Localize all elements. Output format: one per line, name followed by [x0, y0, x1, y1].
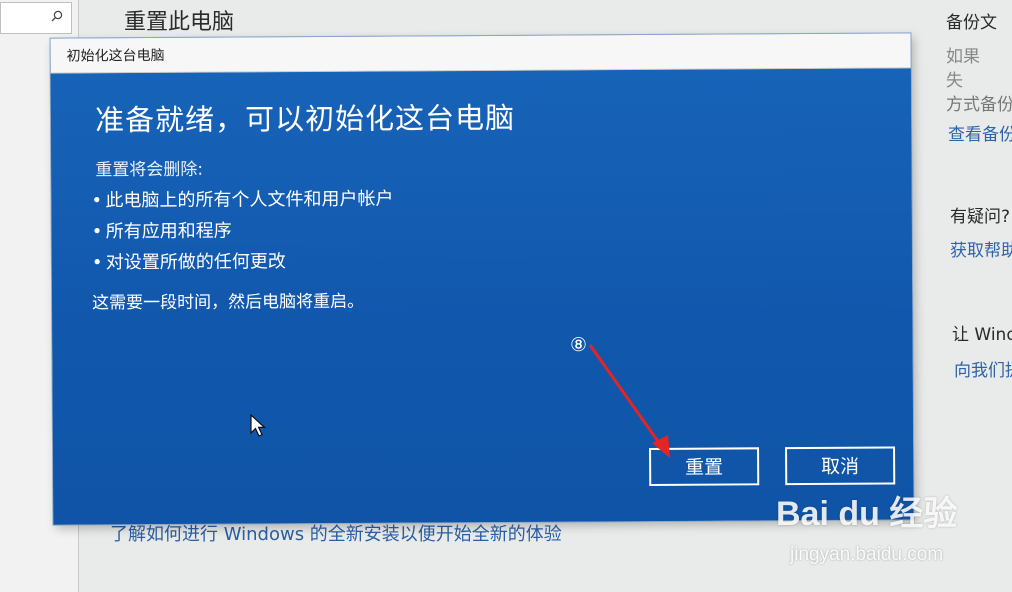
- question-heading: 有疑问?: [950, 207, 1011, 227]
- mouse-pointer-icon: [250, 414, 267, 437]
- feedback-link[interactable]: 向我们提: [954, 356, 1012, 381]
- dialog-titlebar: 初始化这台电脑: [50, 33, 911, 74]
- dialog-body: 准备就绪，可以初始化这台电脑 重置将会删除: • 此电脑上的所有个人文件和用户帐户…: [50, 68, 914, 525]
- get-help-link[interactable]: 获取帮助: [950, 236, 1012, 261]
- list-item: • 对设置所做的任何更改: [91, 251, 286, 274]
- list-item: • 所有应用和程序: [91, 220, 232, 243]
- backup-text-line2: 失: [946, 71, 963, 91]
- removal-list: • 此电脑上的所有个人文件和用户帐户 • 所有应用和程序 • 对设置所做的任何更改: [91, 184, 394, 279]
- list-item: • 此电脑上的所有个人文件和用户帐户: [91, 188, 394, 212]
- dialog-title: 初始化这台电脑: [66, 47, 165, 65]
- backup-text-line3: 方式备份: [946, 95, 1012, 115]
- list-item-text: 此电脑上的所有个人文件和用户帐户: [105, 188, 394, 212]
- dialog-heading: 准备就绪，可以初始化这台电脑: [94, 100, 516, 138]
- list-item-text: 所有应用和程序: [105, 220, 232, 243]
- list-item-text: 对设置所做的任何更改: [105, 251, 286, 274]
- cancel-button[interactable]: 取消: [785, 446, 896, 486]
- reset-pc-dialog: 初始化这台电脑 准备就绪，可以初始化这台电脑 重置将会删除: • 此电脑上的所有个…: [50, 33, 914, 525]
- baidu-watermark-logo: Bai du 经验: [776, 495, 958, 533]
- backup-text-line1: 如果: [946, 47, 980, 67]
- backup-heading: 备份文: [946, 13, 997, 33]
- feedback-heading: 让 Wind: [952, 325, 1012, 345]
- page-title: 重置此电脑: [124, 10, 235, 35]
- fresh-install-link[interactable]: 了解如何进行 Windows 的全新安装以便开始全新的体验: [110, 520, 562, 546]
- reset-button[interactable]: 重置: [649, 447, 760, 486]
- search-input[interactable]: [0, 2, 72, 34]
- search-icon: [51, 10, 63, 22]
- remove-label: 重置将会删除:: [95, 159, 204, 181]
- time-note: 这需要一段时间，然后电脑将重启。: [92, 291, 365, 314]
- view-backup-link[interactable]: 查看备份: [948, 120, 1012, 145]
- watermark-url: jingyan.baidu.com: [790, 544, 944, 565]
